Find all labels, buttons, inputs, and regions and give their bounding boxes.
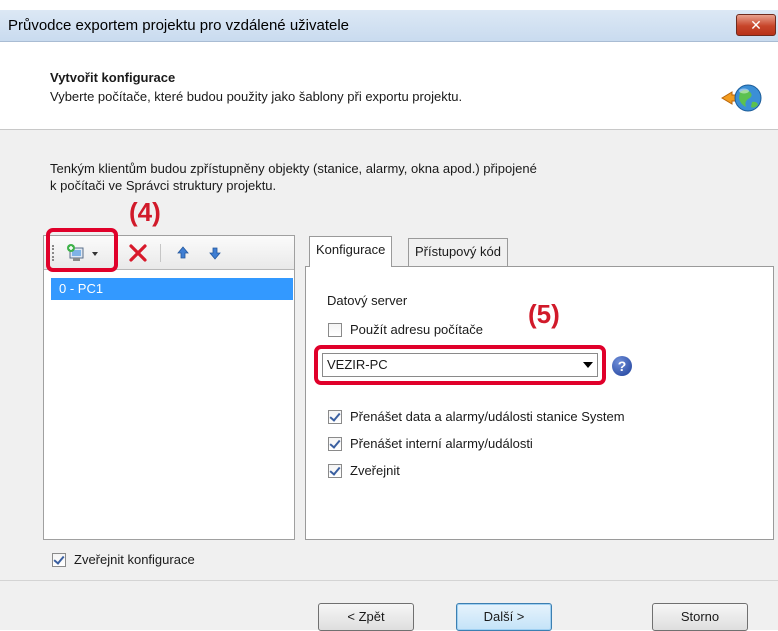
tab-konfigurace[interactable]: Konfigurace: [309, 236, 393, 267]
description-line-1: Tenkým klientům budou zpřístupněny objek…: [50, 161, 537, 176]
footer-separator: [0, 580, 778, 581]
data-server-label: Datový server: [327, 293, 408, 308]
computer-list-panel: 0 - PC1: [43, 235, 295, 540]
publish-configurations-label: Zveřejnit konfigurace: [74, 552, 195, 567]
transfer-system-data-label: Přenášet data a alarmy/události stanice …: [350, 409, 625, 424]
publish-configurations-checkbox[interactable]: [52, 553, 66, 567]
data-server-select[interactable]: VEZIR-PC: [322, 353, 598, 377]
globe-export-icon: [721, 84, 762, 112]
description: Tenkým klientům budou zpřístupněny objek…: [50, 160, 670, 194]
delete-icon[interactable]: [126, 242, 150, 264]
window-title: Průvodce exportem projektu pro vzdálené …: [8, 17, 350, 34]
next-button[interactable]: Další >: [456, 603, 552, 631]
annotation-box-4: [46, 228, 118, 272]
wizard-header: Vytvořit konfigurace Vyberte počítače, k…: [0, 42, 778, 130]
annotation-label-4: (4): [129, 197, 161, 227]
step-subtitle: Vyberte počítače, které budou použity ja…: [50, 89, 463, 104]
cancel-button[interactable]: Storno: [652, 603, 748, 631]
chevron-down-icon[interactable]: [583, 362, 593, 368]
close-button[interactable]: ✕: [736, 14, 776, 36]
step-title: Vytvořit konfigurace: [50, 70, 176, 85]
use-address-checkbox[interactable]: [328, 323, 342, 337]
tab-pristupovy-kod[interactable]: Přístupový kód: [408, 238, 508, 266]
help-icon[interactable]: ?: [612, 356, 632, 376]
list-item-pc1[interactable]: 0 - PC1: [51, 278, 293, 300]
toolbar-separator: [160, 244, 161, 262]
arrow-up-icon[interactable]: [172, 242, 194, 264]
publish-label: Zveřejnit: [350, 463, 400, 478]
transfer-system-data-checkbox[interactable]: [328, 410, 342, 424]
description-line-2: k počítači ve Správci struktury projektu…: [50, 178, 277, 193]
transfer-internal-alarms-checkbox[interactable]: [328, 437, 342, 451]
export-wizard-window: Průvodce exportem projektu pro vzdálené …: [0, 10, 778, 631]
use-address-label: Použít adresu počítače: [350, 322, 483, 337]
publish-checkbox[interactable]: [328, 464, 342, 478]
annotation-label-5: (5): [528, 299, 560, 329]
back-button[interactable]: < Zpět: [318, 603, 414, 631]
title-bar: Průvodce exportem projektu pro vzdálené …: [0, 10, 778, 42]
transfer-internal-alarms-label: Přenášet interní alarmy/události: [350, 436, 533, 451]
data-server-value: VEZIR-PC: [327, 357, 388, 372]
arrow-down-icon[interactable]: [204, 242, 226, 264]
